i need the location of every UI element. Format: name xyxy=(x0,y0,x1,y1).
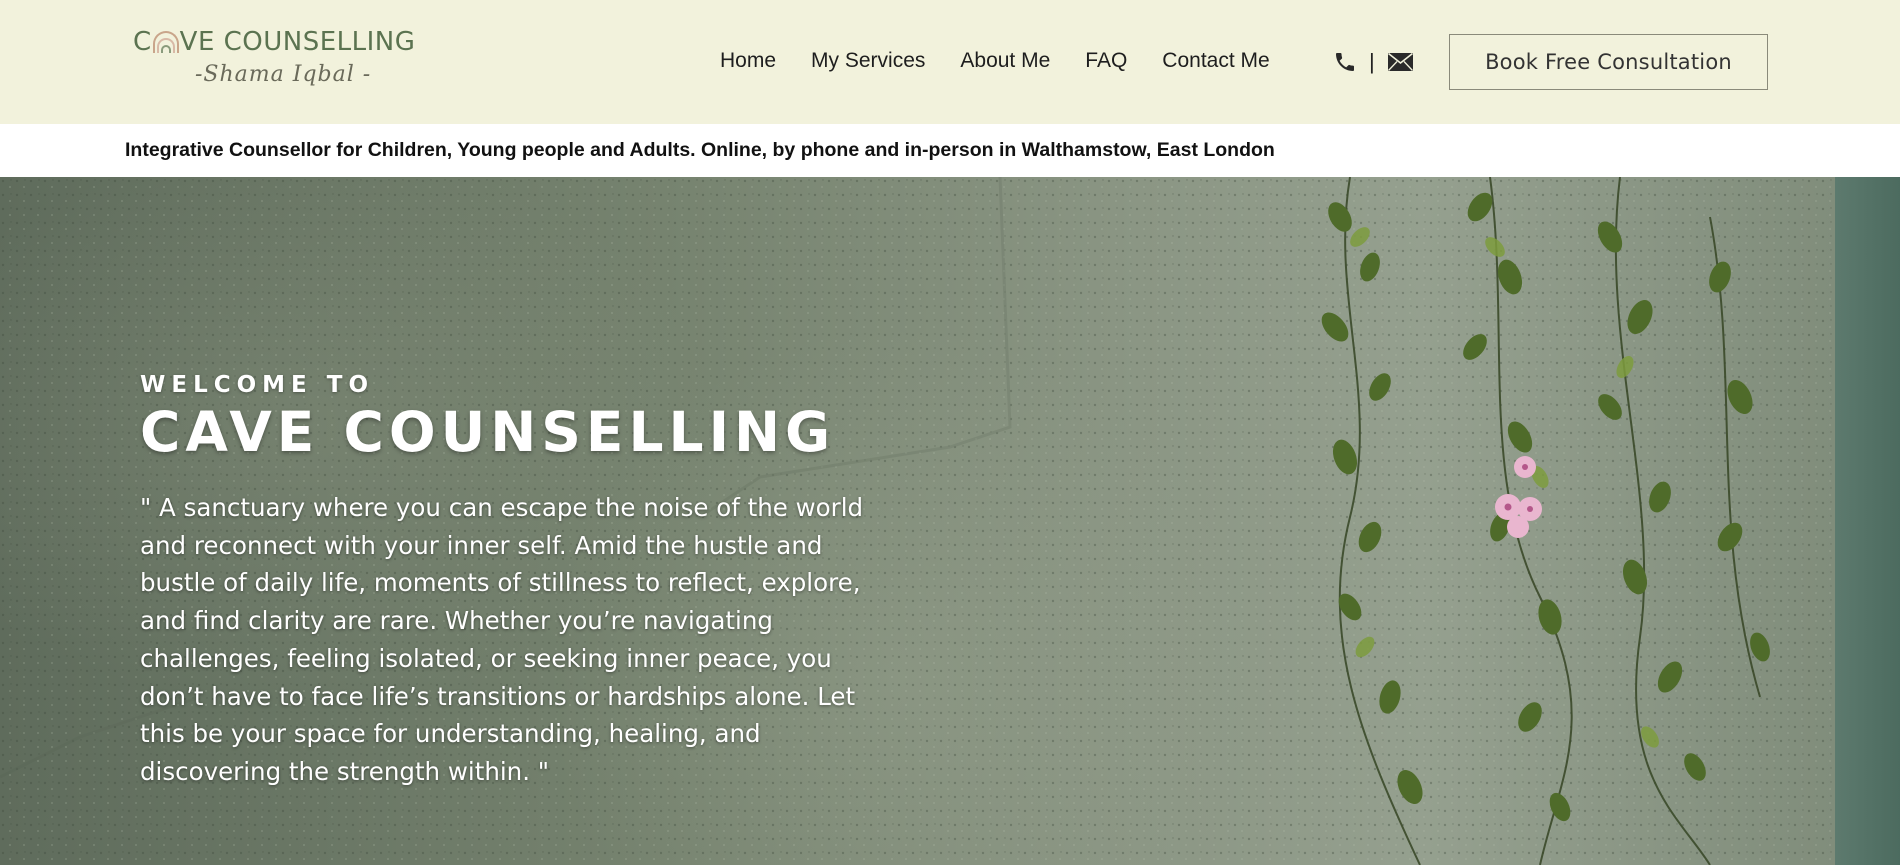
site-header: C VE COUNSELLING -Shama Iqbal - Home My … xyxy=(0,0,1900,124)
nav-contact-me[interactable]: Contact Me xyxy=(1162,49,1269,73)
phone-icon[interactable] xyxy=(1333,50,1357,74)
logo-title-end: VE COUNSELLING xyxy=(179,27,416,57)
hero-section: WELCOME TO CAVE COUNSELLING " A sanctuar… xyxy=(0,177,1900,865)
nav-home[interactable]: Home xyxy=(720,49,776,73)
tagline-text: Integrative Counsellor for Children, You… xyxy=(125,139,1275,161)
book-consultation-button[interactable]: Book Free Consultation xyxy=(1449,34,1768,90)
nav-faq[interactable]: FAQ xyxy=(1085,49,1127,73)
nav-about-me[interactable]: About Me xyxy=(960,49,1050,73)
hero-welcome: WELCOME TO xyxy=(140,372,375,398)
envelope-icon[interactable] xyxy=(1387,52,1414,72)
logo[interactable]: C VE COUNSELLING -Shama Iqbal - xyxy=(133,26,423,96)
logo-title-start: C xyxy=(133,27,152,57)
hero-title: CAVE COUNSELLING xyxy=(140,400,836,464)
climbing-plant-image xyxy=(1321,177,1770,865)
rainbow-arch-icon xyxy=(152,31,179,53)
contact-icons: | xyxy=(1333,48,1414,76)
logo-title: C VE COUNSELLING xyxy=(133,26,423,58)
nav-my-services[interactable]: My Services xyxy=(811,49,925,73)
hero-text-block: WELCOME TO CAVE COUNSELLING " A sanctuar… xyxy=(140,371,900,791)
hero-quote: " A sanctuary where you can escape the n… xyxy=(140,493,864,786)
tagline-bar: Integrative Counsellor for Children, You… xyxy=(0,124,1900,177)
icon-separator: | xyxy=(1369,49,1375,74)
logo-signature: -Shama Iqbal - xyxy=(195,62,372,87)
main-nav: Home My Services About Me FAQ Contact Me xyxy=(720,44,1305,78)
